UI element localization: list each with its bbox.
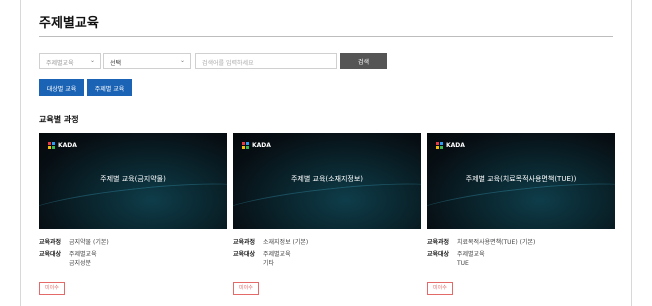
kada-logo: KADA xyxy=(48,142,77,149)
search-placeholder: 검색어를 입력하세요 xyxy=(202,60,254,67)
kada-logo: KADA xyxy=(242,142,271,149)
target-sub-value: 기타 xyxy=(263,260,275,267)
course-card[interactable]: KADA 주제별 교육(치료목적사용면책(TUE)) 교육과정 치료목적사용면책(… xyxy=(427,133,615,295)
section-title: 교육별 과정 xyxy=(39,115,79,124)
course-thumbnail[interactable]: KADA 주제별 교육(치료목적사용면책(TUE)) xyxy=(427,133,615,229)
status-badge: 미이수 xyxy=(39,282,65,295)
logo-mark-icon xyxy=(48,142,55,149)
course-thumbnail[interactable]: KADA 주제별 교육(금지약물) xyxy=(39,133,227,229)
course-card[interactable]: KADA 주제별 교육(소재지정보) 교육과정 소재지정보 (기본) 교육대상 주제… xyxy=(233,133,421,295)
target-sub-value: TUE xyxy=(457,260,469,267)
tab-target-education[interactable]: 대상별 교육 xyxy=(39,79,84,96)
status-badge: 미이수 xyxy=(427,282,453,295)
option-select-value: 선택 xyxy=(110,60,122,67)
course-card[interactable]: KADA 주제별 교육(금지약물) 교육과정 금지약물 (기본) 교육대상 주제별교… xyxy=(39,133,227,295)
course-label: 교육과정 xyxy=(39,239,62,246)
search-input[interactable]: 검색어를 입력하세요 xyxy=(195,53,337,69)
thumbnail-title: 주제별 교육(치료목적사용면책(TUE)) xyxy=(465,175,577,183)
tab-topic-education[interactable]: 주제별 교육 xyxy=(87,79,132,96)
course-thumbnail[interactable]: KADA 주제별 교육(소재지정보) xyxy=(233,133,421,229)
course-label: 교육과정 xyxy=(233,239,256,246)
logo-text: KADA xyxy=(252,142,271,149)
course-value: 소재지정보 (기본) xyxy=(263,239,309,246)
chevron-down-icon: ⌄ xyxy=(179,57,185,64)
target-label: 교육대상 xyxy=(427,251,450,258)
logo-text: KADA xyxy=(446,142,465,149)
category-select-value: 주제별교육 xyxy=(46,60,74,67)
target-value: 주제별교육 xyxy=(457,251,485,258)
title-divider xyxy=(39,36,613,37)
target-value: 주제별교육 xyxy=(69,251,97,258)
thumbnail-title: 주제별 교육(금지약물) xyxy=(100,175,166,183)
target-value: 주제별교육 xyxy=(263,251,291,258)
status-badge: 미이수 xyxy=(233,282,259,295)
logo-mark-icon xyxy=(436,142,443,149)
chevron-down-icon: ⌄ xyxy=(89,57,95,64)
page-title: 주제별교육 xyxy=(39,16,99,31)
logo-mark-icon xyxy=(242,142,249,149)
course-label: 교육과정 xyxy=(427,239,450,246)
logo-text: KADA xyxy=(58,142,77,149)
course-value: 금지약물 (기본) xyxy=(69,239,109,246)
kada-logo: KADA xyxy=(436,142,465,149)
thumbnail-title: 주제별 교육(소재지정보) xyxy=(290,175,364,183)
search-button[interactable]: 검색 xyxy=(340,53,387,69)
course-value: 치료목적사용면책(TUE) (기본) xyxy=(457,239,536,246)
option-select[interactable]: 선택 ⌄ xyxy=(103,53,191,69)
target-label: 교육대상 xyxy=(233,251,256,258)
target-sub-value: 금지성분 xyxy=(69,260,92,267)
target-label: 교육대상 xyxy=(39,251,62,258)
category-select[interactable]: 주제별교육 ⌄ xyxy=(39,53,101,69)
